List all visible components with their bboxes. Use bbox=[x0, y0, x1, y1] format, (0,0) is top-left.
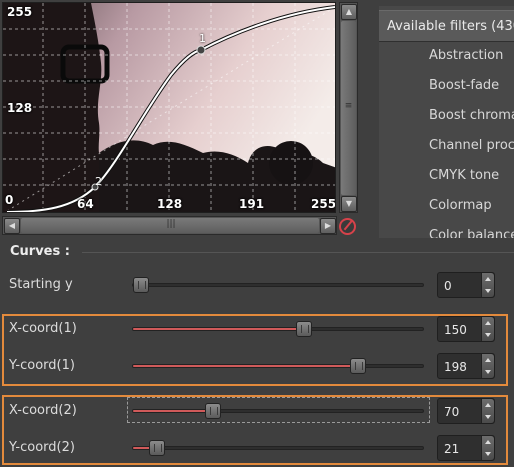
curve-point-1 bbox=[196, 45, 206, 55]
slider-handle[interactable] bbox=[133, 277, 149, 293]
slider-handle[interactable] bbox=[148, 440, 165, 456]
spinbox-value[interactable]: 150 bbox=[444, 323, 467, 337]
scroll-down-button[interactable]: ▼ bbox=[341, 196, 357, 212]
param-label: Starting y bbox=[9, 277, 73, 292]
chevron-up-icon[interactable] bbox=[485, 277, 491, 281]
param-spinbox[interactable]: 21 bbox=[437, 435, 495, 461]
param-label: Y-coord(2) bbox=[9, 440, 75, 455]
grip-icon: ≡ bbox=[344, 101, 353, 111]
chevron-up-icon[interactable] bbox=[485, 321, 491, 325]
filter-list-panel: Available filters (430) Abstraction Boos… bbox=[379, 6, 514, 238]
highlight-box-point-1 bbox=[2, 314, 508, 386]
param-slider[interactable] bbox=[132, 403, 424, 419]
vertical-scroll-thumb[interactable]: ≡ bbox=[341, 21, 356, 195]
spinbox-value[interactable]: 21 bbox=[444, 442, 459, 456]
spinbox-arrows[interactable] bbox=[481, 399, 494, 423]
slider-fill bbox=[133, 328, 304, 330]
scroll-up-button[interactable]: ▲ bbox=[341, 4, 357, 20]
y-axis-mid-label: 128 bbox=[7, 101, 33, 115]
filter-item[interactable]: Abstraction bbox=[429, 48, 503, 63]
param-spinbox[interactable]: 150 bbox=[437, 316, 495, 342]
param-label: X-coord(2) bbox=[9, 403, 77, 418]
slider-handle[interactable] bbox=[204, 403, 221, 419]
filter-item[interactable]: CMYK tone bbox=[429, 168, 499, 183]
scroll-right-button[interactable]: ▶ bbox=[320, 218, 336, 234]
param-slider[interactable] bbox=[132, 358, 424, 374]
filter-item[interactable]: Boost chromaticity bbox=[429, 108, 514, 123]
param-label: X-coord(1) bbox=[9, 321, 77, 336]
scroll-left-button[interactable]: ◀ bbox=[4, 218, 20, 234]
param-spinbox[interactable]: 0 bbox=[437, 272, 495, 298]
spinbox-arrows[interactable] bbox=[481, 436, 494, 460]
curve-point-2-label: 2 bbox=[95, 175, 102, 188]
grip-icon: ||| bbox=[166, 219, 176, 229]
param-label: Y-coord(1) bbox=[9, 358, 75, 373]
slider-fill bbox=[133, 410, 213, 412]
filter-item[interactable]: Color balance bbox=[429, 228, 514, 238]
section-title: Curves : bbox=[10, 244, 70, 259]
spinbox-arrows[interactable] bbox=[481, 354, 494, 378]
filter-list-header[interactable]: Available filters (430) bbox=[379, 10, 514, 42]
param-slider[interactable] bbox=[132, 440, 424, 456]
slider-handle[interactable] bbox=[295, 321, 312, 337]
preview-horizontal-scrollbar[interactable]: ◀ ||| ▶ bbox=[2, 216, 337, 235]
spinbox-value[interactable]: 198 bbox=[444, 360, 467, 374]
filter-item[interactable]: Colormap bbox=[429, 198, 492, 213]
x-axis-tick-label: 255 bbox=[311, 197, 336, 211]
section-divider bbox=[82, 252, 514, 253]
x-axis-tick-label: 128 bbox=[157, 197, 183, 211]
x-axis-tick-label: 64 bbox=[77, 197, 94, 211]
y-axis-top-label: 255 bbox=[7, 5, 33, 19]
preview-photo-head bbox=[269, 141, 313, 185]
chevron-up-icon[interactable] bbox=[485, 403, 491, 407]
param-slider[interactable] bbox=[132, 277, 424, 293]
chevron-down-icon[interactable] bbox=[485, 289, 491, 293]
y-axis-bottom-label: 0 bbox=[5, 193, 14, 207]
filter-item[interactable]: Boost-fade bbox=[429, 78, 499, 93]
slider-fill bbox=[133, 365, 359, 367]
chevron-down-icon[interactable] bbox=[485, 452, 491, 456]
x-axis-tick-label: 191 bbox=[239, 197, 265, 211]
spinbox-value[interactable]: 70 bbox=[444, 405, 459, 419]
reset-zoom-icon[interactable] bbox=[339, 218, 356, 235]
chevron-down-icon[interactable] bbox=[485, 333, 491, 337]
filter-item[interactable]: Channel processing bbox=[429, 138, 514, 153]
horizontal-scroll-thumb[interactable]: ||| bbox=[21, 218, 319, 233]
param-spinbox[interactable]: 70 bbox=[437, 398, 495, 424]
chevron-up-icon[interactable] bbox=[485, 440, 491, 444]
curve-preview-canvas bbox=[3, 3, 335, 212]
spinbox-arrows[interactable] bbox=[481, 317, 494, 341]
spinbox-value[interactable]: 0 bbox=[444, 279, 452, 293]
param-spinbox[interactable]: 198 bbox=[437, 353, 495, 379]
curve-preview[interactable]: 255 128 0 64 128 191 255 1 2 bbox=[2, 2, 336, 213]
chevron-down-icon[interactable] bbox=[485, 415, 491, 419]
curve-point-1-label: 1 bbox=[199, 32, 206, 45]
param-slider[interactable] bbox=[132, 321, 424, 337]
chevron-up-icon[interactable] bbox=[485, 358, 491, 362]
chevron-down-icon[interactable] bbox=[485, 370, 491, 374]
spinbox-arrows[interactable] bbox=[481, 273, 494, 297]
slider-handle[interactable] bbox=[350, 358, 367, 374]
preview-vertical-scrollbar[interactable]: ▲ ≡ ▼ bbox=[339, 2, 358, 213]
